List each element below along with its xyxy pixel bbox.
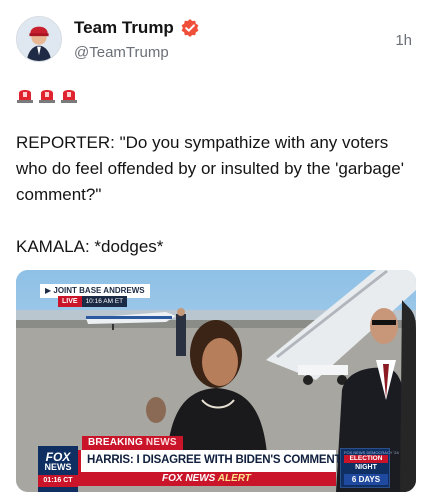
fox-news-logo: FOX NEWS 01:16 CT xyxy=(38,446,78,492)
alert-prefix: FOX NEWS xyxy=(162,473,218,484)
post-body: REPORTER: "Do you sympathize with any vo… xyxy=(16,130,420,260)
avatar-photo xyxy=(17,17,61,61)
election-countdown: FOX NEWS DEMOCRACY '24 ELECTION NIGHT 6 … xyxy=(340,448,399,488)
election-title: ELECTION xyxy=(344,455,388,463)
police-siren-icon xyxy=(60,86,78,104)
fox-news-alert: FOX NEWS ALERT xyxy=(162,473,251,485)
alert-word: ALERT xyxy=(217,473,251,484)
headline-bar: HARRIS: I DISAGREE WITH BIDEN'S COMMENTS xyxy=(78,450,349,472)
fox-logo-line1: FOX xyxy=(45,450,71,464)
live-tag: LIVE xyxy=(58,296,82,307)
live-indicator: LIVE 10:16 AM ET xyxy=(58,296,128,307)
alert-bar: FOX NEWS ALERT xyxy=(78,472,336,486)
author-name[interactable]: Team Trump xyxy=(74,18,174,38)
fox-logo-clock: 01:16 CT xyxy=(38,475,78,487)
breaking-word: BREAKING xyxy=(88,437,146,448)
police-siren-icon xyxy=(16,86,34,104)
post-paragraph-kamala: KAMALA: *dodges* xyxy=(16,237,164,256)
siren-emoji-row xyxy=(16,86,78,104)
breaking-news-label: BREAKING NEWS xyxy=(82,436,183,450)
election-days: 6 DAYS xyxy=(344,474,388,485)
news-chyron: BREAKING NEWS FOX NEWS 01:16 CT HARRIS: … xyxy=(16,436,416,492)
author-handle[interactable]: @TeamTrump xyxy=(74,44,169,61)
post-paragraph-reporter: REPORTER: "Do you sympathize with any vo… xyxy=(16,133,409,204)
video-media[interactable]: ▶ JOINT BASE ANDREWS LIVE 10:16 AM ET BR… xyxy=(16,270,416,492)
news-word: NEWS xyxy=(145,437,177,448)
fox-logo-line2: NEWS xyxy=(44,462,72,472)
verified-badge-icon xyxy=(180,18,200,38)
live-time: 10:16 AM ET xyxy=(81,296,128,307)
chyron-headline: HARRIS: I DISAGREE WITH BIDEN'S COMMENTS xyxy=(87,454,349,466)
author-name-row: Team Trump xyxy=(74,18,200,38)
police-siren-icon xyxy=(38,86,56,104)
post-timestamp[interactable]: 1h xyxy=(395,32,412,49)
post-header: Team Trump @TeamTrump 1h xyxy=(16,12,416,72)
author-avatar[interactable] xyxy=(16,16,62,62)
election-night: NIGHT xyxy=(355,464,377,471)
